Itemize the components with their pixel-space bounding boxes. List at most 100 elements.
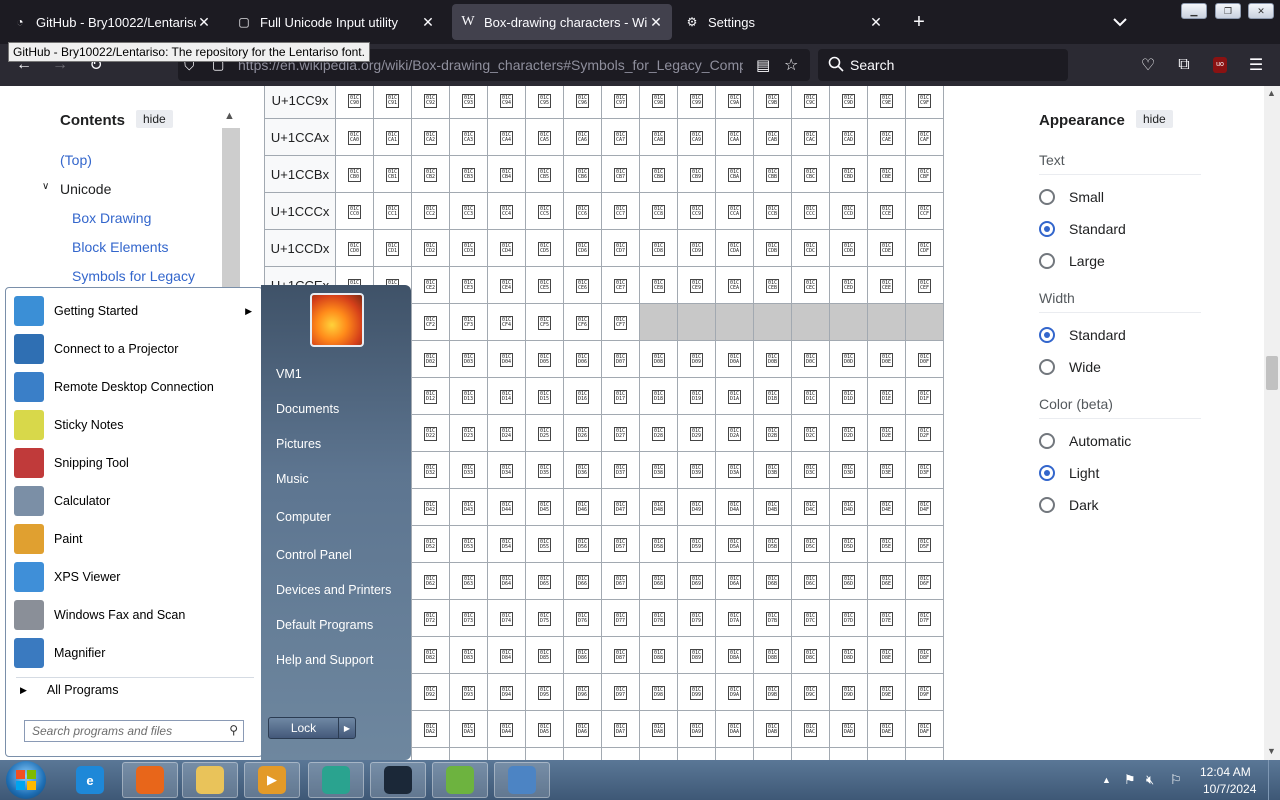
start-place-item[interactable]: Help and Support — [276, 653, 373, 667]
char-cell[interactable]: 01C D83 — [449, 636, 488, 674]
char-cell[interactable]: 01CDB5 — [525, 747, 564, 760]
char-cell[interactable]: 01C D82 — [411, 636, 450, 674]
char-cell[interactable]: 01C D6B — [753, 562, 792, 600]
char-cell[interactable]: 01C D64 — [487, 562, 526, 600]
char-cell[interactable]: 01C D45 — [525, 488, 564, 526]
char-cell[interactable]: 01C CEF — [905, 266, 944, 304]
reader-view-icon[interactable]: ▤ — [756, 56, 770, 74]
char-cell[interactable]: 01C D53 — [449, 525, 488, 563]
char-cell[interactable]: 01C CBC — [791, 155, 830, 193]
char-cell[interactable]: 01CDBD — [829, 747, 868, 760]
char-cell[interactable]: 01C D43 — [449, 488, 488, 526]
search-icon[interactable]: ⚲ — [229, 723, 238, 737]
start-place-item[interactable]: Music — [276, 472, 309, 486]
char-cell[interactable]: 01C D35 — [525, 451, 564, 489]
char-cell[interactable]: 01C D57 — [601, 525, 640, 563]
char-cell[interactable]: 01C D2C — [791, 414, 830, 452]
start-program-item[interactable]: XPS Viewer — [14, 560, 258, 594]
char-cell[interactable]: 01C D6D — [829, 562, 868, 600]
char-cell[interactable]: 01C D2A — [715, 414, 754, 452]
char-cell[interactable]: 01C CA5 — [525, 118, 564, 156]
toc-item-symbols-legacy[interactable]: Symbols for Legacy — [72, 268, 195, 284]
char-cell[interactable]: 01C D4B — [753, 488, 792, 526]
char-cell[interactable]: 01C CF2 — [411, 303, 450, 341]
char-cell[interactable]: 01C DA5 — [525, 710, 564, 748]
char-cell[interactable]: 01C D1F — [905, 377, 944, 415]
char-cell[interactable]: 01C D39 — [677, 451, 716, 489]
taskbar-app-app-7[interactable] — [432, 762, 488, 798]
char-cell[interactable]: 01C D76 — [563, 599, 602, 637]
char-cell[interactable]: 01C D02 — [411, 340, 450, 378]
char-cell[interactable]: 01C CB9 — [677, 155, 716, 193]
char-cell[interactable]: 01C D4A — [715, 488, 754, 526]
char-cell[interactable]: 01C CCE — [867, 192, 906, 230]
minimize-button[interactable]: ▁ — [1181, 3, 1207, 19]
char-cell[interactable]: 01C D69 — [677, 562, 716, 600]
char-cell[interactable]: 01C CA4 — [487, 118, 526, 156]
char-cell[interactable]: 01C D29 — [677, 414, 716, 452]
char-cell[interactable]: 01C D33 — [449, 451, 488, 489]
char-cell[interactable]: 01C C90 — [335, 86, 374, 119]
char-cell[interactable]: 01C CB6 — [563, 155, 602, 193]
color-automatic-option[interactable]: Automatic — [1039, 433, 1131, 449]
char-cell[interactable]: 01C C92 — [411, 86, 450, 119]
char-cell[interactable]: 01C D59 — [677, 525, 716, 563]
char-cell[interactable]: 01C C9C — [791, 86, 830, 119]
char-cell[interactable]: 01C D1C — [791, 377, 830, 415]
color-light-option[interactable]: Light — [1039, 465, 1099, 481]
char-cell[interactable]: 01C CB7 — [601, 155, 640, 193]
char-cell[interactable]: 01C CE4 — [487, 266, 526, 304]
char-cell[interactable]: 01C D5D — [829, 525, 868, 563]
char-cell[interactable]: 01CDBB — [753, 747, 792, 760]
char-cell[interactable]: 01C D58 — [639, 525, 678, 563]
char-cell[interactable]: 01C CC8 — [639, 192, 678, 230]
char-cell[interactable]: 01C D36 — [563, 451, 602, 489]
char-cell[interactable]: 01C CA6 — [563, 118, 602, 156]
char-cell[interactable]: 01C D7E — [867, 599, 906, 637]
char-cell[interactable]: 01C D03 — [449, 340, 488, 378]
char-cell[interactable]: 01C CED — [829, 266, 868, 304]
char-cell[interactable]: 01C D72 — [411, 599, 450, 637]
char-cell[interactable]: 01C CA7 — [601, 118, 640, 156]
char-cell[interactable]: 01C CE5 — [525, 266, 564, 304]
tab-box-drawing[interactable]: W Box-drawing characters - Wikip ✕ — [452, 4, 672, 40]
char-cell[interactable]: 01CDB2 — [411, 747, 450, 760]
char-cell[interactable]: 01C CB8 — [639, 155, 678, 193]
char-cell[interactable]: 01C CF5 — [525, 303, 564, 341]
char-cell[interactable]: 01C D78 — [639, 599, 678, 637]
char-cell[interactable]: 01C DA4 — [487, 710, 526, 748]
char-cell[interactable]: 01C DA3 — [449, 710, 488, 748]
char-cell[interactable]: 01C D12 — [411, 377, 450, 415]
char-cell[interactable]: 01CDBE — [867, 747, 906, 760]
char-cell[interactable]: 01C D9C — [791, 673, 830, 711]
char-cell[interactable]: 01C D3F — [905, 451, 944, 489]
page-scrollbar-thumb[interactable] — [1266, 356, 1278, 390]
char-cell[interactable]: 01C D54 — [487, 525, 526, 563]
char-cell[interactable]: 01C CB2 — [411, 155, 450, 193]
page-scrollbar[interactable] — [1264, 86, 1280, 760]
taskbar-app-file-explorer[interactable] — [182, 762, 238, 798]
char-cell[interactable]: 01C CA9 — [677, 118, 716, 156]
char-cell[interactable]: 01C CB1 — [373, 155, 412, 193]
char-cell[interactable]: 01C D19 — [677, 377, 716, 415]
char-cell[interactable]: 01C D63 — [449, 562, 488, 600]
char-cell[interactable]: 01C CE2 — [411, 266, 450, 304]
char-cell[interactable]: 01C DAF — [905, 710, 944, 748]
char-cell[interactable]: 01C CAF — [905, 118, 944, 156]
start-program-item[interactable]: Windows Fax and Scan — [14, 598, 258, 632]
char-cell[interactable]: 01C CE6 — [563, 266, 602, 304]
scroll-up-icon[interactable]: ▲ — [1267, 88, 1276, 98]
char-cell[interactable]: 01CDB6 — [563, 747, 602, 760]
char-cell[interactable]: 01C D6C — [791, 562, 830, 600]
char-cell[interactable]: 01C D4C — [791, 488, 830, 526]
char-cell[interactable]: 01C D0D — [829, 340, 868, 378]
char-cell[interactable]: 01C CB3 — [449, 155, 488, 193]
start-program-item[interactable]: Calculator — [14, 484, 258, 518]
char-cell[interactable]: 01C DA2 — [411, 710, 450, 748]
char-cell[interactable]: 01C D37 — [601, 451, 640, 489]
taskbar-app-media-player[interactable]: ▶ — [244, 762, 300, 798]
char-cell[interactable]: 01C D44 — [487, 488, 526, 526]
char-cell[interactable]: 01C D3E — [867, 451, 906, 489]
width-standard-option[interactable]: Standard — [1039, 327, 1126, 343]
char-cell[interactable]: 01C D7C — [791, 599, 830, 637]
